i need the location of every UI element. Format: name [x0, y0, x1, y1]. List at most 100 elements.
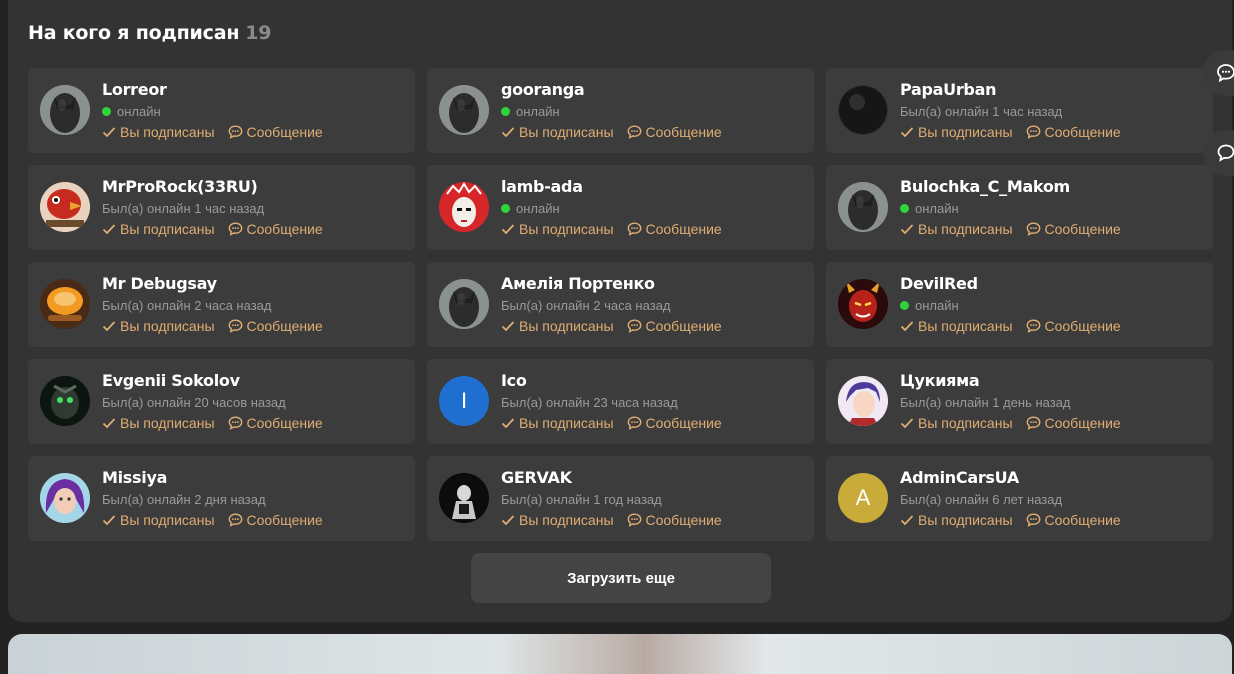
message-label: Сообщение	[246, 512, 323, 528]
user-name[interactable]: GERVAK	[501, 468, 572, 487]
message-button[interactable]: Сообщение	[627, 318, 722, 334]
avatar[interactable]	[439, 473, 489, 523]
user-name[interactable]: lamb-ada	[501, 177, 583, 196]
user-card: Mr Debugsay Был(а) онлайн 2 часа назад В…	[28, 262, 415, 347]
user-name[interactable]: Lorreor	[102, 80, 167, 99]
bottom-banner-image	[8, 634, 1232, 674]
message-icon	[627, 222, 641, 236]
subscribed-button[interactable]: Вы подписаны	[102, 512, 215, 528]
avatar-letter: I	[439, 376, 489, 426]
subscribed-label: Вы подписаны	[519, 318, 614, 334]
user-name[interactable]: Цукияма	[900, 371, 980, 390]
subscribed-button[interactable]: Вы подписаны	[900, 221, 1013, 237]
user-card: Амелія Портенко Был(а) онлайн 2 часа наз…	[427, 262, 814, 347]
message-button[interactable]: Сообщение	[228, 124, 323, 140]
user-status: онлайн	[102, 104, 161, 119]
user-name[interactable]: Missiya	[102, 468, 167, 487]
avatar[interactable]	[838, 376, 888, 426]
message-button[interactable]: Сообщение	[627, 221, 722, 237]
user-actions: Вы подписаны Сообщение	[501, 221, 722, 237]
subscribed-button[interactable]: Вы подписаны	[501, 415, 614, 431]
subscribed-button[interactable]: Вы подписаны	[501, 221, 614, 237]
user-name[interactable]: AdminCarsUA	[900, 468, 1019, 487]
avatar[interactable]	[838, 279, 888, 329]
message-button[interactable]: Сообщение	[228, 415, 323, 431]
subscribed-button[interactable]: Вы подписаны	[900, 124, 1013, 140]
avatar[interactable]: A	[838, 473, 888, 523]
user-name[interactable]: MrProRock(33RU)	[102, 177, 258, 196]
user-card: Цукияма Был(а) онлайн 1 день назад Вы по…	[826, 359, 1213, 444]
subscribed-button[interactable]: Вы подписаны	[501, 512, 614, 528]
chat-icon	[1217, 64, 1234, 83]
avatar[interactable]	[439, 182, 489, 232]
avatar[interactable]	[838, 182, 888, 232]
avatar[interactable]: I	[439, 376, 489, 426]
check-icon	[900, 418, 914, 429]
avatar-letter: A	[838, 473, 888, 523]
user-actions: Вы подписаны Сообщение	[900, 318, 1121, 334]
subscribed-label: Вы подписаны	[519, 124, 614, 140]
user-name[interactable]: gooranga	[501, 80, 585, 99]
subscribed-button[interactable]: Вы подписаны	[102, 415, 215, 431]
message-button[interactable]: Сообщение	[1026, 512, 1121, 528]
message-button[interactable]: Сообщение	[627, 124, 722, 140]
avatar[interactable]	[439, 279, 489, 329]
message-label: Сообщение	[645, 512, 722, 528]
message-button[interactable]: Сообщение	[1026, 221, 1121, 237]
avatar[interactable]	[40, 85, 90, 135]
subscribed-button[interactable]: Вы подписаны	[501, 124, 614, 140]
avatar[interactable]	[40, 182, 90, 232]
subscribed-button[interactable]: Вы подписаны	[900, 512, 1013, 528]
message-button[interactable]: Сообщение	[1026, 415, 1121, 431]
user-status: Был(а) онлайн 1 час назад	[900, 104, 1062, 119]
check-icon	[102, 321, 116, 332]
load-more-button[interactable]: Загрузить еще	[471, 553, 771, 603]
subscribed-button[interactable]: Вы подписаны	[102, 221, 215, 237]
status-text: Был(а) онлайн 1 час назад	[900, 104, 1063, 119]
subscribed-button[interactable]: Вы подписаны	[102, 318, 215, 334]
user-status: Был(а) онлайн 2 часа назад	[102, 298, 271, 313]
message-button[interactable]: Сообщение	[627, 415, 722, 431]
avatar[interactable]	[838, 85, 888, 135]
subscribed-label: Вы подписаны	[918, 512, 1013, 528]
subscribed-button[interactable]: Вы подписаны	[900, 415, 1013, 431]
status-text: онлайн	[516, 104, 560, 119]
user-name[interactable]: Ico	[501, 371, 527, 390]
subscribed-button[interactable]: Вы подписаны	[102, 124, 215, 140]
user-card: gooranga онлайн Вы подписаны Сообщение	[427, 68, 814, 153]
following-grid: Lorreor онлайн Вы подписаны Сообщение go…	[28, 68, 1213, 541]
message-button[interactable]: Сообщение	[1026, 318, 1121, 334]
avatar[interactable]	[40, 473, 90, 523]
message-button[interactable]: Сообщение	[1026, 124, 1121, 140]
online-indicator	[900, 204, 909, 213]
user-name[interactable]: Evgenii Sokolov	[102, 371, 240, 390]
message-button[interactable]: Сообщение	[627, 512, 722, 528]
subscribed-button[interactable]: Вы подписаны	[501, 318, 614, 334]
user-status: онлайн	[501, 104, 560, 119]
avatar[interactable]	[40, 376, 90, 426]
subscribed-button[interactable]: Вы подписаны	[900, 318, 1013, 334]
user-name[interactable]: Амелія Портенко	[501, 274, 655, 293]
message-button[interactable]: Сообщение	[228, 318, 323, 334]
user-card: Evgenii Sokolov Был(а) онлайн 20 часов н…	[28, 359, 415, 444]
following-count: 19	[245, 22, 272, 44]
message-icon	[228, 416, 242, 430]
user-name[interactable]: PapaUrban	[900, 80, 996, 99]
message-button[interactable]: Сообщение	[228, 512, 323, 528]
message-button[interactable]: Сообщение	[228, 221, 323, 237]
user-name[interactable]: DevilRed	[900, 274, 978, 293]
comment-icon	[1217, 144, 1234, 162]
user-name[interactable]: Mr Debugsay	[102, 274, 217, 293]
status-text: Был(а) онлайн 1 день назад	[900, 395, 1071, 410]
message-icon	[1026, 125, 1040, 139]
check-icon	[900, 224, 914, 235]
avatar[interactable]	[40, 279, 90, 329]
message-label: Сообщение	[1044, 512, 1121, 528]
online-indicator	[900, 301, 909, 310]
message-label: Сообщение	[645, 318, 722, 334]
following-panel: На кого я подписан 19 Lorreor онлайн Вы п…	[8, 0, 1232, 622]
user-name[interactable]: Bulochka_C_Makom	[900, 177, 1070, 196]
user-card: Lorreor онлайн Вы подписаны Сообщение	[28, 68, 415, 153]
user-actions: Вы подписаны Сообщение	[501, 318, 722, 334]
avatar[interactable]	[439, 85, 489, 135]
